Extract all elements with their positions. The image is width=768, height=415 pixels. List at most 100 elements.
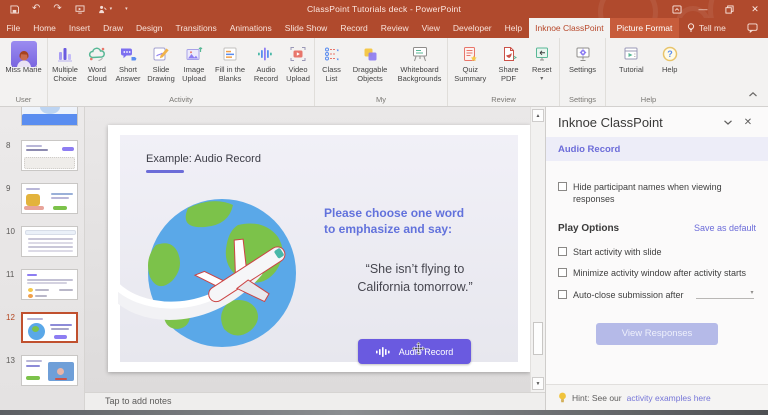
word-cloud-icon bbox=[87, 43, 107, 65]
bottom-strip bbox=[0, 410, 768, 415]
slide-audio-record-button[interactable]: Audio Record bbox=[358, 339, 471, 364]
auto-close-option[interactable]: Auto-close submission after ▾ bbox=[558, 289, 756, 301]
tab-home[interactable]: Home bbox=[27, 18, 63, 38]
scroll-up-icon[interactable]: ▲ bbox=[532, 109, 544, 122]
class-list-button[interactable]: Class List bbox=[317, 43, 347, 84]
auto-close-duration-dropdown[interactable]: ▾ bbox=[695, 289, 754, 299]
collapse-ribbon-icon[interactable] bbox=[748, 90, 758, 100]
image-upload-icon bbox=[184, 43, 204, 65]
ribbon-group-help: Tutorial ? Help Help bbox=[606, 38, 691, 106]
start-activity-checkbox[interactable] bbox=[558, 247, 567, 257]
minimize-window-option[interactable]: Minimize activity window after activity … bbox=[558, 267, 756, 279]
short-answer-icon bbox=[118, 43, 138, 65]
undo-icon[interactable]: ↶ bbox=[32, 4, 40, 14]
task-pane-title: Inknoe ClassPoint bbox=[558, 114, 663, 130]
image-upload-button[interactable]: Image Upload bbox=[178, 43, 210, 84]
start-slideshow-icon[interactable] bbox=[75, 4, 85, 14]
globe-airplane-illustration bbox=[118, 199, 296, 347]
slide-drawing-button[interactable]: Slide Drawing bbox=[144, 43, 178, 84]
lightbulb-icon bbox=[559, 392, 566, 402]
user-avatar bbox=[10, 41, 37, 67]
ribbon-group-settings: Settings Settings bbox=[560, 38, 606, 106]
auto-close-label: Auto-close submission after bbox=[573, 289, 684, 300]
multiple-choice-button[interactable]: Multiple Choice bbox=[48, 43, 82, 84]
view-responses-button[interactable]: View Responses bbox=[596, 322, 718, 345]
activity-section-header: Audio Record bbox=[546, 137, 768, 161]
fill-in-the-blanks-button[interactable]: Fill in the Blanks bbox=[210, 43, 250, 84]
tab-animations[interactable]: Animations bbox=[223, 18, 278, 38]
gear-icon bbox=[573, 43, 593, 65]
tutorial-icon bbox=[621, 43, 641, 65]
chevron-down-icon[interactable] bbox=[718, 112, 738, 132]
audio-record-button[interactable]: Audio Record bbox=[250, 43, 282, 84]
settings-button[interactable]: Settings bbox=[563, 43, 603, 75]
tab-picture-format[interactable]: Picture Format bbox=[610, 18, 679, 38]
slide-editor: Example: Audio Record Please choose one … bbox=[85, 107, 545, 410]
tab-file[interactable]: File bbox=[0, 18, 27, 38]
start-activity-option[interactable]: Start activity with slide bbox=[558, 246, 756, 258]
slide-thumbnail-panel: 8 9 10 11 12 13 bbox=[0, 107, 85, 410]
notes-area[interactable]: Tap to add notes bbox=[85, 392, 545, 410]
quiz-summary-button[interactable]: Quiz Summary bbox=[450, 43, 490, 84]
tab-transitions[interactable]: Transitions bbox=[169, 18, 223, 38]
save-as-default-link[interactable]: Save as default bbox=[694, 223, 756, 233]
question-mark-icon: ? bbox=[660, 43, 680, 65]
save-icon[interactable] bbox=[10, 4, 19, 14]
slide-drawing-icon bbox=[151, 43, 171, 65]
whiteboard-backgrounds-button[interactable]: Whiteboard Backgrounds bbox=[394, 43, 446, 84]
minimize-icon[interactable]: — bbox=[690, 0, 716, 18]
close-pane-icon[interactable]: ✕ bbox=[738, 112, 758, 132]
hide-names-option[interactable]: Hide participant names when viewing resp… bbox=[558, 181, 743, 205]
slide-number: 13 bbox=[6, 356, 15, 365]
minimize-window-label: Minimize activity window after activity … bbox=[573, 268, 747, 279]
slide-title: Example: Audio Record bbox=[146, 153, 261, 165]
task-pane-header: Inknoe ClassPoint ✕ bbox=[546, 107, 768, 137]
activity-examples-link[interactable]: activity examples here bbox=[627, 393, 711, 403]
scroll-down-icon[interactable]: ▼ bbox=[532, 377, 544, 390]
redo-icon[interactable]: ↷ bbox=[53, 4, 61, 14]
ribbon-group-review: Quiz Summary Share PDF Reset ▾ Review bbox=[448, 38, 560, 106]
presenter-icon[interactable]: ▾ bbox=[98, 4, 112, 14]
slide-number: 8 bbox=[6, 141, 11, 150]
tab-review[interactable]: Review bbox=[374, 18, 415, 38]
video-upload-icon bbox=[288, 43, 308, 65]
hide-names-label: Hide participant names when viewing resp… bbox=[573, 182, 722, 205]
reset-button[interactable]: Reset ▾ bbox=[527, 43, 557, 82]
ribbon-display-options-icon[interactable] bbox=[664, 0, 690, 18]
tab-view[interactable]: View bbox=[415, 18, 446, 38]
tutorial-button[interactable]: Tutorial bbox=[614, 43, 648, 75]
tab-insert[interactable]: Insert bbox=[62, 18, 96, 38]
auto-close-checkbox[interactable] bbox=[558, 289, 567, 299]
tab-developer[interactable]: Developer bbox=[446, 18, 498, 38]
vertical-scrollbar[interactable]: ▲ ▼ bbox=[530, 107, 545, 392]
user-profile-button[interactable]: Miss Marie bbox=[4, 41, 44, 75]
customize-quick-access-icon[interactable]: ▾ bbox=[125, 6, 128, 12]
tab-inknoe-classpoint[interactable]: Inknoe ClassPoint bbox=[528, 18, 611, 38]
classpoint-task-pane: Inknoe ClassPoint ✕ Audio Record Hide pa… bbox=[545, 107, 768, 410]
word-cloud-button[interactable]: Word Cloud bbox=[82, 43, 112, 84]
tell-me-button[interactable]: Tell me bbox=[679, 18, 734, 38]
minimize-window-checkbox[interactable] bbox=[558, 268, 567, 278]
ribbon-spacer bbox=[691, 38, 768, 106]
share-pdf-button[interactable]: Share PDF bbox=[493, 43, 525, 84]
slide-number: 10 bbox=[6, 227, 15, 236]
restore-icon[interactable] bbox=[716, 0, 742, 18]
scrollbar-thumb[interactable] bbox=[533, 322, 543, 355]
comments-icon[interactable] bbox=[747, 18, 768, 38]
group-label-activity: Activity bbox=[169, 95, 193, 104]
help-button[interactable]: ? Help bbox=[657, 43, 683, 75]
hide-names-checkbox[interactable] bbox=[558, 182, 567, 191]
tab-help[interactable]: Help bbox=[498, 18, 528, 38]
tab-design[interactable]: Design bbox=[130, 18, 169, 38]
draggable-objects-button[interactable]: Draggable Objects bbox=[348, 43, 392, 84]
short-answer-button[interactable]: Short Answer bbox=[112, 43, 144, 84]
video-upload-button[interactable]: Video Upload bbox=[282, 43, 314, 84]
slide-canvas[interactable]: Example: Audio Record Please choose one … bbox=[108, 125, 530, 372]
tab-slide-show[interactable]: Slide Show bbox=[278, 18, 334, 38]
tab-draw[interactable]: Draw bbox=[97, 18, 130, 38]
close-icon[interactable]: ✕ bbox=[742, 0, 768, 18]
hint-text: Hint: See our bbox=[572, 392, 622, 403]
tab-record[interactable]: Record bbox=[334, 18, 374, 38]
reset-dropdown-arrow[interactable]: ▾ bbox=[540, 76, 543, 82]
start-activity-label: Start activity with slide bbox=[573, 247, 662, 258]
